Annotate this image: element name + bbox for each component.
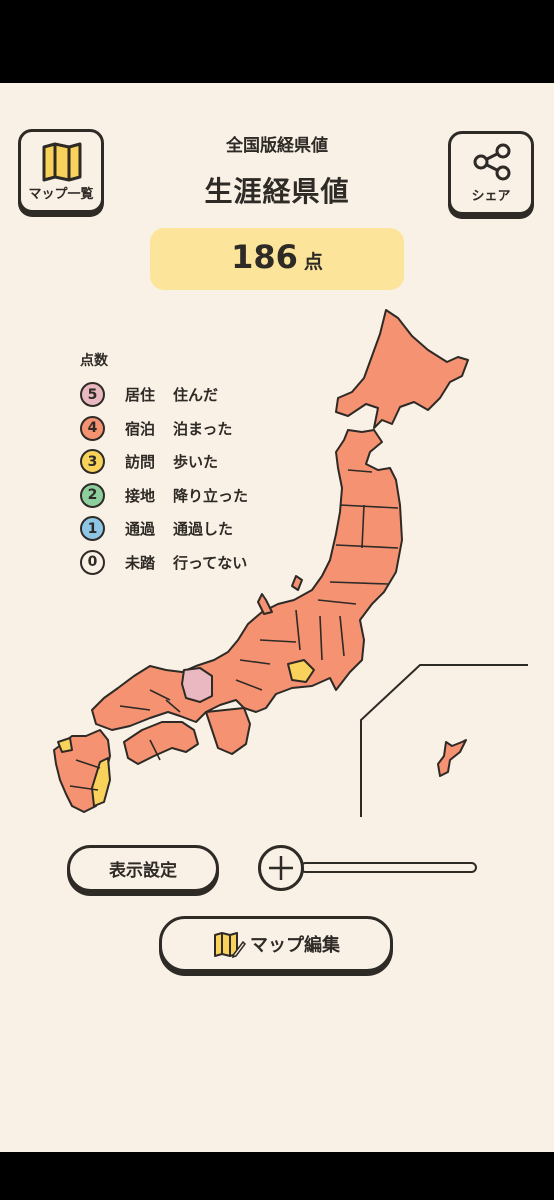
legend-category: 宿泊 bbox=[125, 419, 156, 438]
shikoku-region bbox=[123, 721, 199, 765]
legend-item: 5 居住 住んだ bbox=[80, 378, 248, 412]
noto-peninsula bbox=[257, 593, 273, 615]
share-icon bbox=[473, 143, 511, 181]
map-edit-label: マップ編集 bbox=[250, 935, 340, 956]
legend-item: 0 未踏 行ってない bbox=[80, 546, 248, 580]
legend-category: 通過 bbox=[125, 520, 156, 539]
score-unit: 点 bbox=[303, 251, 323, 273]
legend-description: 歩いた bbox=[173, 453, 219, 472]
legend-title: 点数 bbox=[80, 353, 108, 369]
prefecture-lived bbox=[181, 667, 213, 703]
score-badge: 3 bbox=[80, 449, 105, 475]
score-badge: 5 bbox=[80, 382, 105, 408]
score-panel: 186 点 bbox=[150, 228, 404, 290]
legend: 点数 5 居住 住んだ 4 宿泊 泊まった 3 訪問 歩いた 2 接地 降り立っ… bbox=[80, 350, 248, 579]
plus-icon bbox=[269, 856, 293, 880]
legend-item: 2 接地 降り立った bbox=[80, 479, 248, 513]
zoom-slider[interactable] bbox=[300, 862, 477, 873]
zoom-in-button[interactable] bbox=[258, 845, 304, 891]
hokkaido-region bbox=[335, 309, 469, 429]
legend-category: 居住 bbox=[125, 386, 156, 405]
island-southeast bbox=[437, 739, 467, 777]
legend-category: 接地 bbox=[125, 486, 156, 505]
share-label: シェア bbox=[471, 189, 511, 204]
inset-frame bbox=[360, 664, 528, 817]
score-value: 186 bbox=[231, 238, 298, 276]
score-badge: 4 bbox=[80, 415, 105, 441]
legend-description: 泊まった bbox=[173, 419, 233, 438]
status-bar bbox=[0, 0, 554, 83]
legend-description: 行ってない bbox=[173, 553, 248, 572]
display-settings-button[interactable]: 表示設定 bbox=[67, 845, 219, 892]
prefecture-visited-kyushu-west bbox=[57, 737, 73, 753]
score-badge: 2 bbox=[80, 482, 105, 508]
map-edit-icon bbox=[214, 932, 246, 958]
legend-description: 住んだ bbox=[173, 386, 219, 405]
map-edit-button[interactable]: マップ編集 bbox=[159, 916, 393, 972]
share-button[interactable]: シェア bbox=[448, 131, 534, 215]
legend-item: 1 通過 通過した bbox=[80, 512, 248, 546]
legend-description: 通過した bbox=[173, 520, 234, 539]
legend-description: 降り立った bbox=[173, 486, 249, 505]
score-badge: 1 bbox=[80, 516, 105, 542]
navigation-bar bbox=[0, 1152, 554, 1200]
sado-island bbox=[291, 575, 303, 591]
legend-item: 3 訪問 歩いた bbox=[80, 445, 248, 479]
legend-category: 未踏 bbox=[125, 553, 156, 572]
legend-item: 4 宿泊 泊まった bbox=[80, 412, 248, 446]
legend-category: 訪問 bbox=[125, 453, 156, 472]
kii-peninsula bbox=[205, 707, 251, 755]
score-badge: 0 bbox=[80, 549, 105, 575]
